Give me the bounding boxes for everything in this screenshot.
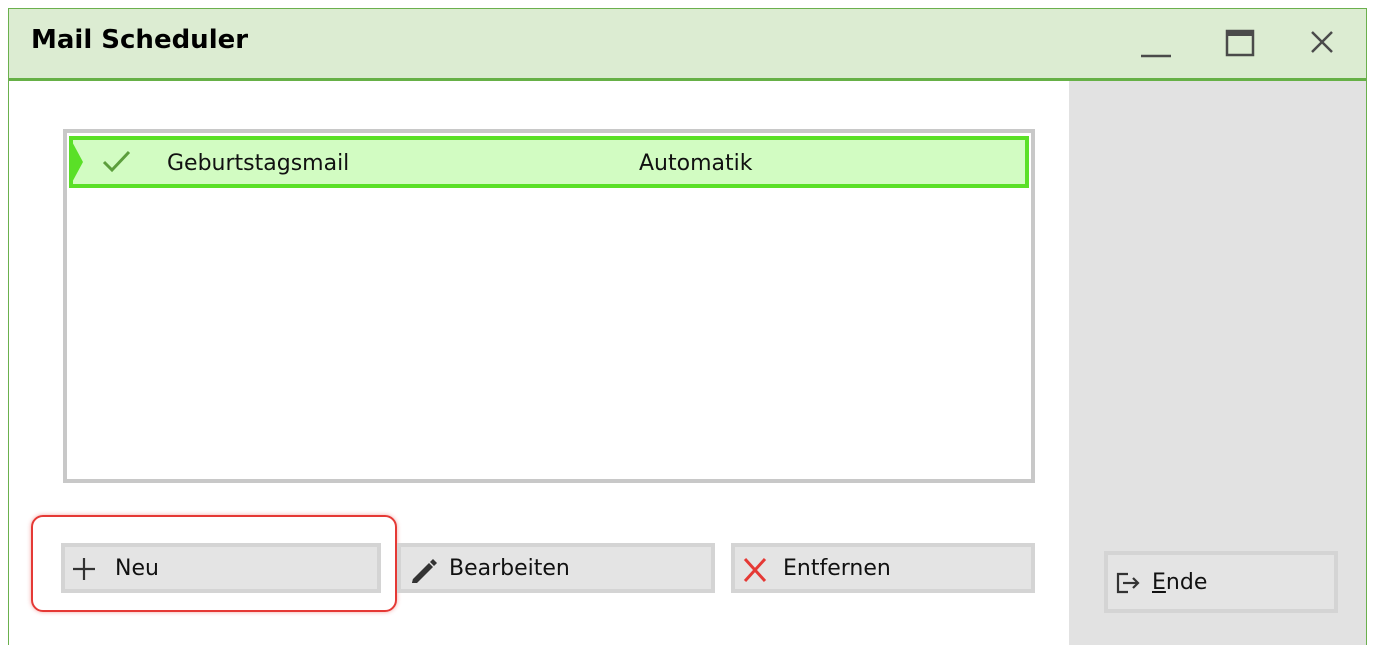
close-icon — [1299, 23, 1345, 63]
list-item-geburtstagsmail[interactable]: Geburtstagsmail Automatik — [69, 136, 1029, 188]
mail-schedule-list[interactable]: Geburtstagsmail Automatik — [63, 129, 1035, 483]
minimize-button[interactable] — [1133, 23, 1179, 63]
exit-icon — [1114, 569, 1142, 601]
title-bar: Mail Scheduler — [9, 9, 1366, 81]
exit-button-accelerator: E — [1152, 570, 1166, 595]
mail-scheduler-window: Mail Scheduler Geburtstagsmail Automatik… — [8, 8, 1367, 645]
x-icon — [741, 556, 769, 588]
exit-button[interactable]: Ende — [1104, 551, 1338, 613]
new-button[interactable]: Neu — [61, 543, 381, 593]
remove-button[interactable]: Entfernen — [731, 543, 1035, 593]
new-button-label: Neu — [115, 556, 159, 581]
remove-button-label: Entfernen — [783, 556, 891, 581]
pencil-icon — [409, 556, 439, 588]
list-item-name: Geburtstagsmail — [167, 151, 350, 176]
edit-button[interactable]: Bearbeiten — [397, 543, 715, 593]
plus-icon — [71, 556, 97, 586]
close-button[interactable] — [1299, 23, 1345, 63]
window-title: Mail Scheduler — [31, 25, 249, 55]
minimize-icon — [1133, 23, 1179, 63]
exit-button-label: Ende — [1152, 570, 1207, 595]
maximize-button[interactable] — [1217, 23, 1263, 63]
checkmark-icon — [101, 148, 133, 180]
maximize-icon — [1217, 23, 1263, 63]
edit-button-label: Bearbeiten — [449, 556, 570, 581]
exit-button-label-rest: nde — [1165, 570, 1208, 595]
selection-marker — [69, 136, 83, 188]
list-item-type: Automatik — [639, 151, 753, 176]
